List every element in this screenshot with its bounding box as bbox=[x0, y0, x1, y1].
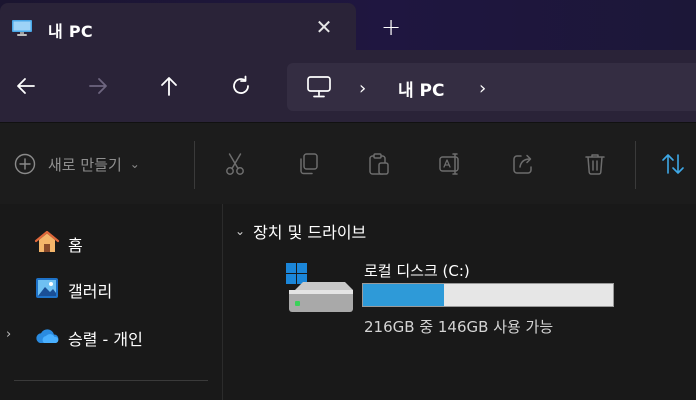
sidebar-item-label: 승렬 - 개인 bbox=[68, 330, 143, 349]
new-tab-button[interactable]: + bbox=[378, 13, 404, 41]
sidebar-item-label: 갤러리 bbox=[68, 282, 113, 301]
rename-button[interactable] bbox=[438, 151, 464, 177]
sidebar-item-home[interactable]: 홈 bbox=[0, 222, 222, 262]
section-title: 장치 및 드라이브 bbox=[253, 223, 367, 242]
title-bar: 내 PC ✕ + bbox=[0, 0, 696, 50]
arrow-left-icon bbox=[17, 78, 35, 94]
arrow-right-icon bbox=[89, 78, 107, 94]
sidebar-divider bbox=[14, 380, 208, 381]
paste-icon bbox=[369, 153, 389, 175]
cut-icon bbox=[226, 153, 244, 175]
drive-free-space: 216GB 중 146GB 사용 가능 bbox=[364, 318, 554, 336]
delete-button[interactable] bbox=[582, 151, 608, 177]
refresh-icon bbox=[233, 75, 249, 94]
copy-button[interactable] bbox=[295, 151, 321, 177]
command-bar: 새로 만들기 ⌄ bbox=[0, 122, 696, 204]
command-separator bbox=[194, 141, 195, 189]
monitor-icon bbox=[307, 76, 331, 98]
breadcrumb-chevron-icon[interactable]: › bbox=[359, 78, 366, 99]
breadcrumb-chevron-icon[interactable]: › bbox=[479, 78, 486, 99]
navigation-pane: 홈 갤러리 › 승렬 - 개인 bbox=[0, 204, 222, 400]
file-list-pane: ⌄ 장치 및 드라이브 로컬 디스크 (C:) 216GB 중 146GB 사용… bbox=[223, 204, 696, 400]
drive-item-c[interactable]: 로컬 디스크 (C:) 216GB 중 146GB 사용 가능 bbox=[283, 258, 623, 338]
add-circle-icon bbox=[14, 153, 36, 175]
new-button[interactable]: 새로 만들기 ⌄ bbox=[14, 151, 140, 177]
sidebar-item-onedrive[interactable]: › 승렬 - 개인 bbox=[0, 316, 222, 356]
share-icon bbox=[513, 154, 532, 174]
tab-title: 내 PC bbox=[48, 22, 93, 41]
share-button[interactable] bbox=[510, 151, 536, 177]
cut-button[interactable] bbox=[222, 151, 248, 177]
chevron-down-icon: ⌄ bbox=[235, 224, 246, 238]
hard-drive-icon bbox=[283, 260, 355, 316]
arrow-up-icon bbox=[161, 77, 177, 96]
close-tab-icon[interactable]: ✕ bbox=[312, 15, 336, 39]
breadcrumb-this-pc[interactable]: 내 PC bbox=[398, 76, 445, 101]
chevron-down-icon: ⌄ bbox=[129, 157, 140, 171]
sort-icon bbox=[662, 154, 684, 174]
rename-icon bbox=[439, 153, 459, 175]
drive-usage-fill bbox=[363, 284, 444, 306]
address-bar[interactable]: › 내 PC › bbox=[287, 63, 696, 111]
gallery-icon bbox=[34, 276, 60, 300]
copy-icon bbox=[300, 153, 318, 175]
back-button[interactable] bbox=[14, 74, 38, 98]
forward-button[interactable] bbox=[86, 74, 110, 98]
refresh-button[interactable] bbox=[229, 74, 253, 98]
navigation-bar: › 내 PC › bbox=[0, 50, 696, 122]
home-icon bbox=[34, 230, 60, 254]
monitor-icon bbox=[12, 20, 32, 36]
command-separator bbox=[635, 141, 636, 189]
expand-chevron-icon[interactable]: › bbox=[6, 327, 11, 342]
sidebar-item-gallery[interactable]: 갤러리 bbox=[0, 268, 222, 308]
sort-button[interactable] bbox=[660, 151, 686, 177]
paste-button[interactable] bbox=[366, 151, 392, 177]
delete-icon bbox=[585, 154, 605, 175]
sidebar-item-label: 홈 bbox=[68, 236, 83, 255]
up-button[interactable] bbox=[157, 74, 181, 98]
section-devices-drives[interactable]: ⌄ 장치 및 드라이브 bbox=[235, 219, 366, 243]
new-button-label: 새로 만들기 bbox=[48, 155, 122, 174]
tab-this-pc[interactable]: 내 PC ✕ bbox=[0, 3, 356, 50]
drive-usage-bar bbox=[362, 283, 614, 307]
onedrive-icon bbox=[34, 324, 60, 348]
drive-name: 로컬 디스크 (C:) bbox=[364, 262, 470, 280]
